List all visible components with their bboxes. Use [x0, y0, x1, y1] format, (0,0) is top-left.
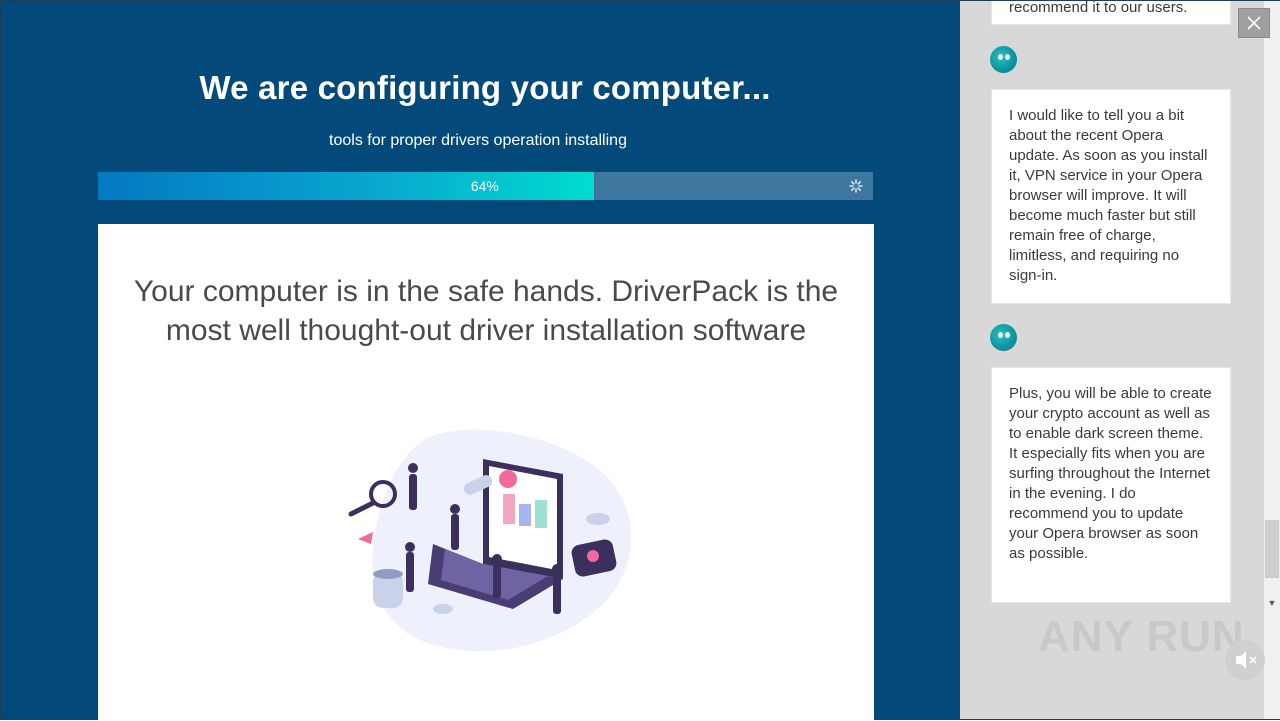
scroll-down-button[interactable]: ▼: [1264, 595, 1280, 611]
close-button[interactable]: [1238, 8, 1270, 38]
chat-message-text: I would like to tell you a bit about the…: [1009, 107, 1208, 284]
page-title: We are configuring your computer...: [199, 69, 771, 106]
installer-panel: We are configuring your computer... tool…: [1, 1, 960, 721]
watermark-logo: ANY RUN: [1038, 612, 1245, 662]
speaker-mute-icon: [1236, 651, 1257, 669]
info-card: Your computer is in the safe hands. Driv…: [98, 224, 874, 721]
chat-message: I would like to tell you a bit about the…: [991, 89, 1231, 304]
chat-message: Plus, you will be able to create your cr…: [991, 367, 1231, 603]
laptop-illustration: [348, 429, 632, 652]
progress-label: 64%: [470, 178, 499, 194]
mute-button[interactable]: [1225, 640, 1265, 680]
chat-message-partial: recommend it to our users.: [991, 1, 1231, 25]
chat-message-partial-text: recommend it to our users.: [1009, 1, 1188, 16]
spinner-icon: [849, 179, 863, 193]
info-card-text: Your computer is in the safe hands. Driv…: [133, 275, 839, 347]
watermark-text: ANY RUN: [1038, 612, 1245, 661]
scrollbar-thumb[interactable]: [1265, 520, 1279, 578]
progress-subtitle: tools for proper drivers operation insta…: [329, 132, 627, 149]
chat-message-text: Plus, you will be able to create your cr…: [1009, 385, 1212, 562]
progress-bar: 64%: [98, 172, 873, 200]
bot-avatar-icon: [990, 324, 1017, 351]
bot-avatar-icon: [990, 46, 1017, 73]
chat-scrollbar[interactable]: [1264, 1, 1280, 719]
close-icon: [1247, 16, 1261, 30]
